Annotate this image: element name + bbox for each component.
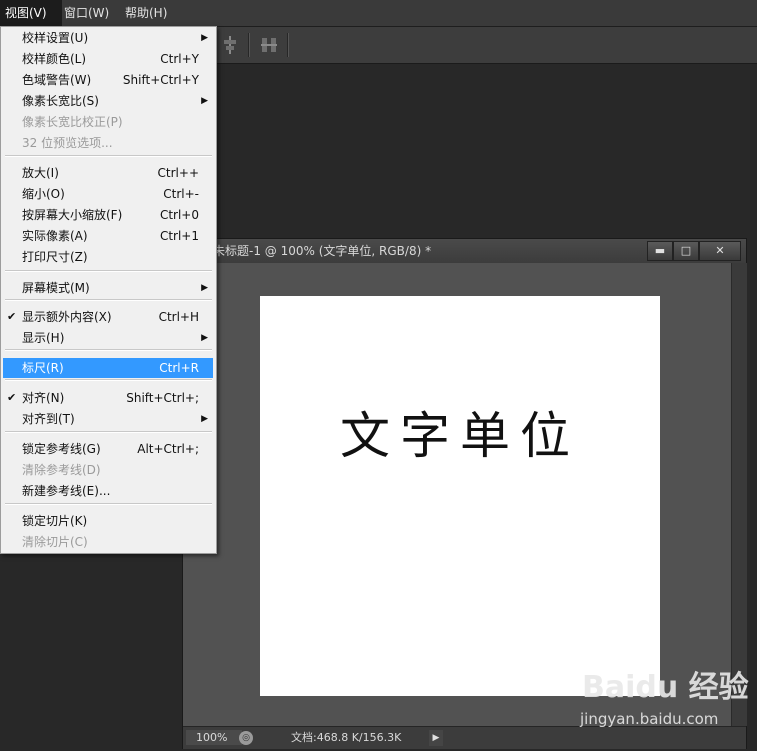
menu-separator <box>5 155 212 157</box>
minimize-button[interactable]: ▬ <box>647 241 673 261</box>
menu-item: 清除参考线(D) <box>3 460 213 480</box>
distribute-icon[interactable] <box>261 36 277 54</box>
menu-item-label: 像素长宽比校正(P) <box>22 115 123 129</box>
menu-item-label: 色域警告(W) <box>22 73 92 87</box>
submenu-arrow-icon: ▶ <box>201 96 208 106</box>
menu-item-label: 放大(I) <box>22 166 59 180</box>
menu-item-label: 打印尺寸(Z) <box>22 250 88 264</box>
maximize-button[interactable]: □ <box>673 241 699 261</box>
menu-item[interactable]: 按屏幕大小缩放(F) Ctrl+0 <box>3 205 213 225</box>
menu-item: 32 位预览选项... <box>3 133 213 153</box>
menu-item-label: 清除切片(C) <box>22 535 88 549</box>
menu-separator <box>5 349 212 351</box>
menu-item-shortcut: Shift+Ctrl+; <box>126 391 199 405</box>
menu-item[interactable]: 校样设置(U) ▶ <box>3 28 213 48</box>
menu-item[interactable]: ✔ 显示额外内容(X) Ctrl+H <box>3 307 213 327</box>
menu-item-label: 对齐(N) <box>22 391 65 405</box>
checkmark-icon: ✔ <box>7 310 17 323</box>
zoom-level-field[interactable]: 100% <box>186 730 242 745</box>
menu-bar: 视图(V) 窗口(W) 帮助(H) <box>0 0 757 27</box>
menu-item[interactable]: 放大(I) Ctrl++ <box>3 163 213 183</box>
menu-item[interactable]: 锁定参考线(G) Alt+Ctrl+; <box>3 439 213 459</box>
document-titlebar[interactable]: 未标题-1 @ 100% (文字单位, RGB/8) * ▬ □ ✕ <box>183 239 746 263</box>
menu-view[interactable]: 视图(V) <box>0 0 62 26</box>
menu-item[interactable]: 锁定切片(K) <box>3 511 213 531</box>
status-info-icon[interactable]: ◎ <box>239 731 253 745</box>
menu-item-label: 锁定切片(K) <box>22 514 88 528</box>
document-title: 未标题-1 @ 100% (文字单位, RGB/8) * <box>213 244 432 258</box>
submenu-arrow-icon: ▶ <box>201 333 208 343</box>
menu-item-shortcut: Ctrl+0 <box>159 208 199 222</box>
menu-item[interactable]: 色域警告(W) Shift+Ctrl+Y <box>3 70 213 90</box>
menu-item-label: 校样颜色(L) <box>22 52 87 66</box>
menu-item[interactable]: 显示(H) ▶ <box>3 328 213 348</box>
menu-item[interactable]: 打印尺寸(Z) <box>3 247 213 267</box>
submenu-arrow-icon: ▶ <box>201 283 208 293</box>
menu-item-shortcut: Ctrl+Y <box>160 52 199 66</box>
menu-item-label: 清除参考线(D) <box>22 463 101 477</box>
menu-item[interactable]: 屏幕模式(M) ▶ <box>3 278 213 298</box>
document-size-info: 文档:468.8 K/156.3K <box>291 731 402 744</box>
menu-item-shortcut: Ctrl++ <box>157 166 199 180</box>
menu-separator <box>5 270 212 272</box>
menu-item-shortcut: Ctrl+1 <box>159 229 199 243</box>
checkmark-icon: ✔ <box>7 391 17 404</box>
menu-item-shortcut: Alt+Ctrl+; <box>137 442 199 456</box>
menu-item-label: 校样设置(U) <box>22 31 89 45</box>
menu-item[interactable]: ✔ 对齐(N) Shift+Ctrl+; <box>3 388 213 408</box>
menu-item: 像素长宽比校正(P) <box>3 112 213 132</box>
canvas-area[interactable]: 文字单位 <box>183 263 731 726</box>
baidu-jingyan-logo: Baidu 经验 <box>582 670 749 705</box>
watermark-url: jingyan.baidu.com <box>580 710 719 728</box>
menu-item[interactable]: 标尺(R) Ctrl+R <box>3 358 213 378</box>
menu-item[interactable]: 新建参考线(E)... <box>3 481 213 501</box>
watermark: Baidu 经验 jingyan.baidu.com <box>580 662 750 737</box>
close-button[interactable]: ✕ <box>699 241 741 261</box>
toolbar-divider <box>287 33 289 57</box>
submenu-arrow-icon: ▶ <box>201 33 208 43</box>
menu-item-label: 新建参考线(E)... <box>22 484 111 498</box>
menu-help[interactable]: 帮助(H) <box>120 0 172 26</box>
menu-item-label: 32 位预览选项... <box>22 136 113 150</box>
menu-separator <box>5 503 212 505</box>
menu-item-label: 实际像素(A) <box>22 229 88 243</box>
menu-item-shortcut: Ctrl+R <box>159 361 199 375</box>
menu-item-label: 显示额外内容(X) <box>22 310 112 324</box>
menu-item-label: 显示(H) <box>22 331 65 345</box>
menu-item-label: 缩小(O) <box>22 187 65 201</box>
menu-item-label: 锁定参考线(G) <box>22 442 101 456</box>
menu-item-shortcut: Shift+Ctrl+Y <box>122 73 199 87</box>
menu-item-label: 屏幕模式(M) <box>22 281 90 295</box>
menu-separator <box>5 431 212 433</box>
menu-item[interactable]: 校样颜色(L) Ctrl+Y <box>3 49 213 69</box>
menu-item-shortcut: Ctrl+- <box>163 187 199 201</box>
menu-item-label: 像素长宽比(S) <box>22 94 99 108</box>
menu-item: 清除切片(C) <box>3 532 213 552</box>
menu-item-shortcut: Ctrl+H <box>158 310 199 324</box>
vertical-scrollbar[interactable] <box>731 263 747 726</box>
menu-item[interactable]: 像素长宽比(S) ▶ <box>3 91 213 111</box>
menu-item[interactable]: 对齐到(T) ▶ <box>3 409 213 429</box>
submenu-arrow-icon: ▶ <box>201 414 208 424</box>
menu-item[interactable]: 缩小(O) Ctrl+- <box>3 184 213 204</box>
align-center-icon[interactable] <box>222 36 238 54</box>
toolbar-divider <box>248 33 250 57</box>
canvas-text-layer: 文字单位 <box>340 407 580 465</box>
menu-item-label: 标尺(R) <box>22 361 64 375</box>
view-dropdown-menu: 校样设置(U) ▶ 校样颜色(L) Ctrl+Y 色域警告(W) Shift+Ctrl+Y… <box>0 26 217 554</box>
canvas[interactable]: 文字单位 <box>260 296 660 696</box>
menu-separator <box>5 379 212 381</box>
menu-item-label: 按屏幕大小缩放(F) <box>22 208 123 222</box>
menu-window[interactable]: 窗口(W) <box>59 0 114 26</box>
menu-item[interactable]: 实际像素(A) Ctrl+1 <box>3 226 213 246</box>
menu-separator <box>5 299 212 301</box>
status-menu-arrow-icon[interactable]: ▶ <box>429 730 443 746</box>
menu-item-label: 对齐到(T) <box>22 412 75 426</box>
